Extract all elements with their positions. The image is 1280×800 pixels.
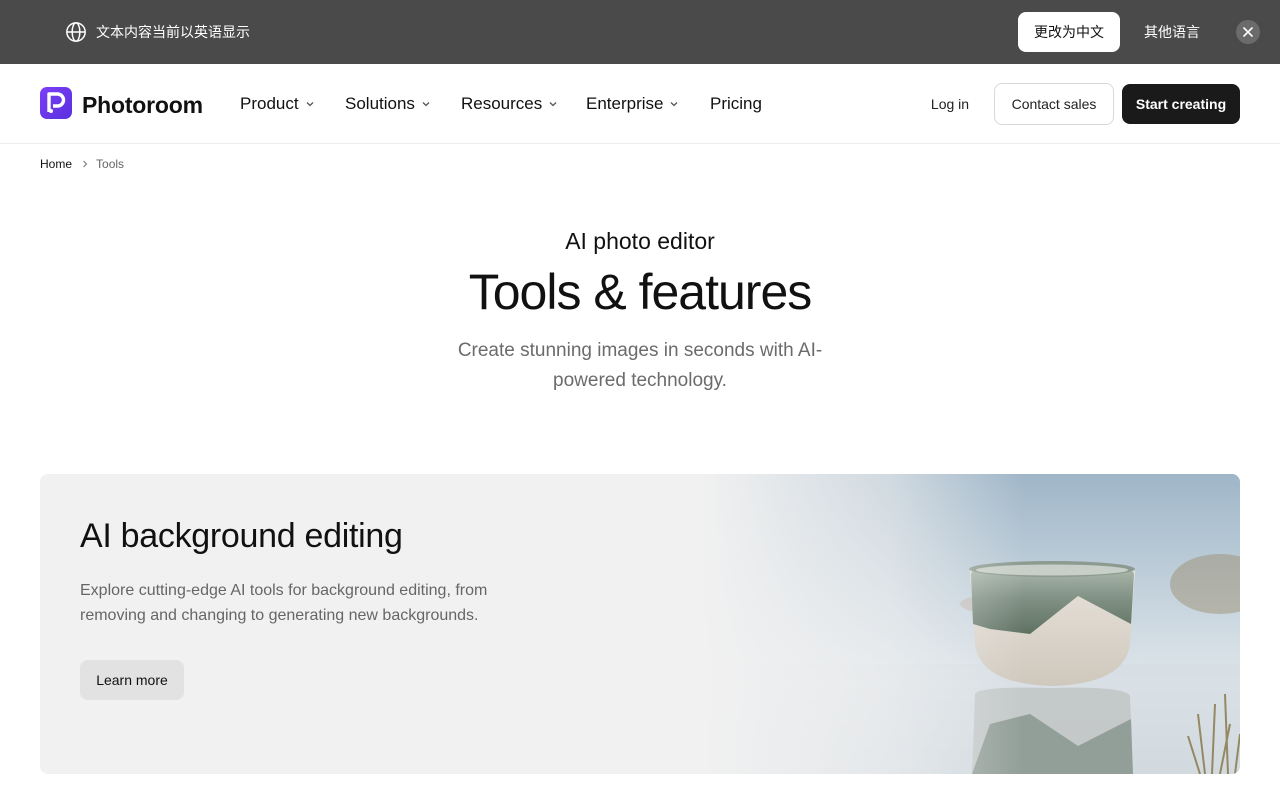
nav-solutions[interactable]: Solutions [345,94,431,114]
other-languages-button[interactable]: 其他语言 [1130,12,1214,52]
nav-product[interactable]: Product [240,94,315,114]
contact-sales-button[interactable]: Contact sales [994,83,1114,125]
globe-icon [66,22,86,42]
hero-subtitle: Create stunning images in seconds with A… [457,340,823,391]
page-title: Tools & features [468,264,813,320]
logo-text[interactable]: Photoroom [82,91,203,119]
card-title: AI background editing [80,517,403,555]
learn-more-button[interactable]: Learn more [80,660,184,700]
breadcrumb-home[interactable]: Home [40,156,72,172]
nav-label: Resources [461,94,543,113]
login-link[interactable]: Log in [920,94,980,114]
nav-resources[interactable]: Resources [461,94,558,114]
close-translate-button[interactable] [1236,20,1260,44]
nav-enterprise[interactable]: Enterprise [586,94,679,114]
start-creating-button[interactable]: Start creating [1122,84,1240,124]
close-icon [1243,27,1253,37]
nav-label: Pricing [710,94,762,113]
breadcrumb-current: Tools [96,157,125,171]
ceramic-cup-image [700,474,1240,774]
chevron-down-icon [422,102,430,107]
photoroom-logo-icon[interactable] [40,87,72,119]
feature-card[interactable]: AI background editing Explore cutting-ed… [40,474,1240,774]
nav-pricing[interactable]: Pricing [710,94,762,114]
nav-label: Product [240,94,299,113]
chevron-down-icon [306,102,314,107]
chevron-right-icon [83,160,88,168]
hero-eyebrow: AI photo editor [565,228,715,254]
chevron-down-icon [671,102,678,107]
nav-label: Enterprise [586,94,664,113]
card-description: Explore cutting-edge AI tools for backgr… [80,582,488,624]
nav-label: Solutions [345,94,415,113]
change-to-chinese-button[interactable]: 更改为中文 [1018,12,1120,52]
chevron-down-icon [549,102,557,107]
breadcrumb: Home Tools [40,156,124,172]
site-header: Photoroom Product Solutions Resources En… [0,64,1280,144]
translate-message: 文本内容当前以英语显示 [96,24,250,40]
translate-bar: 文本内容当前以英语显示 更改为中文 其他语言 [0,0,1280,64]
